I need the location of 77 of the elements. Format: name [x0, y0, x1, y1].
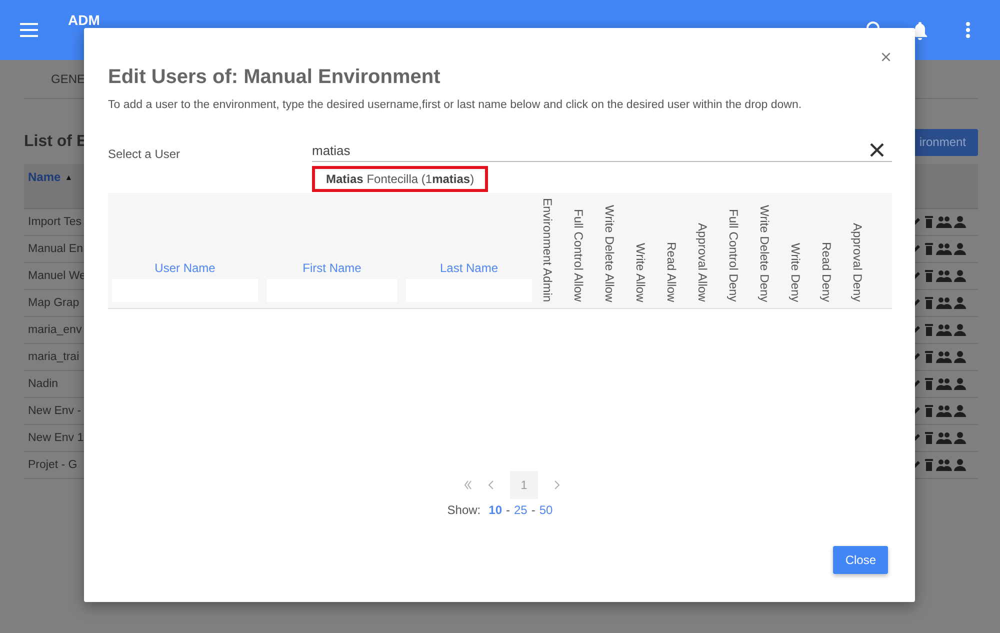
trash-icon[interactable] — [924, 378, 934, 390]
trash-icon[interactable] — [924, 459, 934, 471]
group-icon[interactable] — [936, 351, 952, 363]
trash-icon[interactable] — [924, 297, 934, 309]
person-icon[interactable] — [954, 243, 966, 255]
close-button[interactable]: Close — [833, 546, 888, 574]
group-icon[interactable] — [936, 243, 952, 255]
column-header[interactable]: Name — [28, 170, 61, 184]
trash-icon[interactable] — [924, 405, 934, 417]
person-icon[interactable] — [954, 432, 966, 444]
person-icon[interactable] — [954, 270, 966, 282]
menu-icon[interactable] — [20, 23, 38, 37]
table-cell: Map Grap — [28, 297, 80, 309]
sort-indicator[interactable]: ▲ — [64, 172, 73, 182]
column-header: Full Control Deny — [726, 209, 740, 302]
person-icon[interactable] — [954, 216, 966, 228]
column-header: Write Allow — [634, 242, 648, 302]
person-icon[interactable] — [954, 351, 966, 363]
tab[interactable]: GENE — [51, 72, 86, 86]
column-header: Write Deny — [788, 242, 802, 302]
group-icon[interactable] — [936, 297, 952, 309]
person-icon[interactable] — [954, 378, 966, 390]
page-number[interactable]: 1 — [510, 471, 538, 499]
clear-icon[interactable] — [870, 143, 884, 157]
table-cell: Manual En — [28, 243, 83, 255]
first-page-icon[interactable] — [464, 480, 472, 490]
table-cell: maria_trai — [28, 351, 80, 363]
person-icon[interactable] — [954, 297, 966, 309]
separator: - — [531, 503, 536, 517]
page-size-label: Show: — [447, 503, 481, 517]
column-header: Full Control Allow — [572, 209, 586, 302]
column-header: Approval Allow — [696, 223, 710, 302]
table-cell: New Env 1 — [28, 432, 84, 444]
field-label: Select a User — [108, 146, 182, 163]
table-cell: New Env - — [28, 405, 82, 417]
group-icon[interactable] — [936, 405, 952, 417]
column-header: Environment Admin — [540, 198, 554, 302]
group-icon[interactable] — [936, 432, 952, 444]
group-icon[interactable] — [936, 459, 952, 471]
group-icon[interactable] — [936, 324, 952, 336]
next-page-icon[interactable] — [554, 480, 560, 490]
dialog-title: Edit Users of: Manual Environment — [108, 66, 442, 89]
column-header[interactable]: User Name — [154, 261, 216, 275]
column-header[interactable]: First Name — [302, 261, 362, 275]
app-title: ADM — [68, 13, 100, 27]
dialog-description: To add a user to the environment, type the desired username,first or last name below and click on the desired user within the drop down. — [108, 99, 803, 111]
table-cell: Import Tes — [28, 216, 82, 228]
trash-icon[interactable] — [924, 216, 934, 228]
previous-page-icon[interactable] — [488, 480, 494, 490]
group-icon[interactable] — [936, 216, 952, 228]
trash-icon[interactable] — [924, 324, 934, 336]
group-icon[interactable] — [936, 378, 952, 390]
column-header[interactable]: Last Name — [440, 261, 498, 275]
table-cell: maria_env — [28, 324, 82, 336]
page-size-link[interactable]: 50 — [539, 503, 553, 517]
person-icon[interactable] — [954, 405, 966, 417]
trash-icon[interactable] — [924, 432, 934, 444]
separator: - — [506, 503, 510, 517]
column-header: Approval Deny — [850, 223, 864, 302]
suggestion-item[interactable]: Matias Fontecilla (1matias) — [312, 166, 488, 192]
trash-icon[interactable] — [924, 270, 934, 282]
trash-icon[interactable] — [924, 351, 934, 363]
column-header: Write Delete Allow — [602, 204, 616, 302]
column-header: Read Allow — [664, 242, 678, 302]
group-icon[interactable] — [936, 270, 952, 282]
bell-icon[interactable] — [912, 20, 928, 40]
page-size-link[interactable]: 10 — [488, 503, 502, 517]
more-icon[interactable] — [966, 22, 970, 38]
person-icon[interactable] — [954, 459, 966, 471]
column-header: Read Deny — [820, 242, 834, 302]
table-cell: Projet - G — [28, 459, 78, 471]
table-cell: Nadin — [28, 378, 58, 390]
close-icon[interactable] — [882, 53, 890, 61]
person-icon[interactable] — [954, 324, 966, 336]
trash-icon[interactable] — [924, 243, 934, 255]
page-size-link[interactable]: 25 — [514, 503, 528, 517]
column-header: Write Delete Deny — [758, 204, 772, 302]
